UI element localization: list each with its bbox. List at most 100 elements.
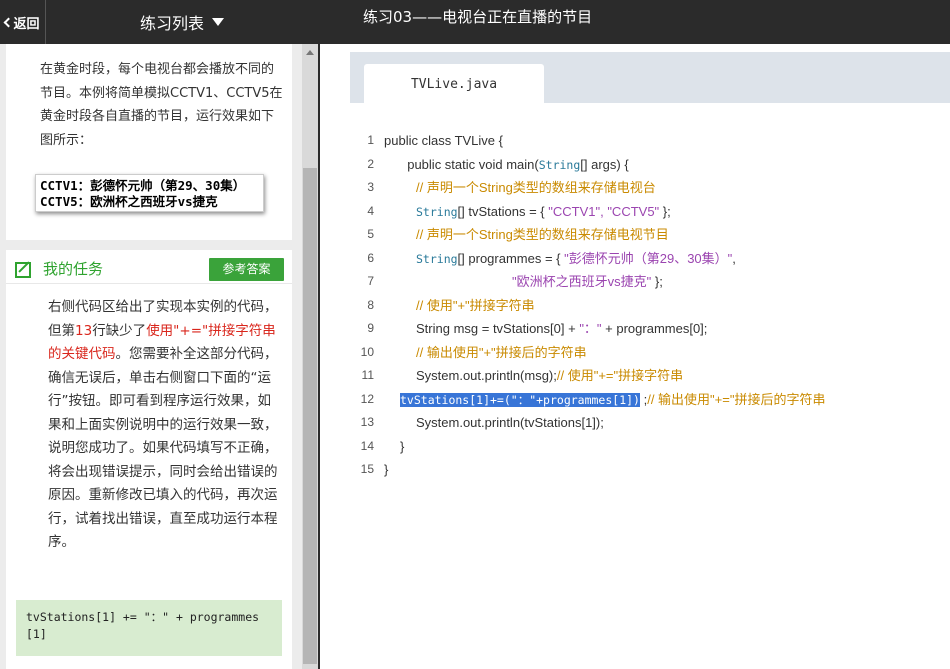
- task-description: 右侧代码区给出了实现本实例的代码，但第13行缺少了使用"+="拼接字符串的关键代…: [48, 296, 280, 555]
- output-preview: CCTV1：彭德怀元帅（第29、30集） CCTV5：欧洲杯之西班牙vs捷克: [35, 174, 264, 212]
- code-token-cm: // 声明一个String类型的数组来存储电视节目: [416, 227, 669, 242]
- code-token-b: };: [659, 203, 671, 219]
- code-content: public static void main(String[] args) {: [400, 153, 629, 178]
- code-token-kw: String: [416, 251, 458, 266]
- output-line: CCTV5：欧洲杯之西班牙vs捷克: [40, 194, 218, 209]
- line-number: 2: [367, 156, 374, 171]
- code-token-b: ,: [732, 250, 736, 266]
- code-token-st: "：": [579, 321, 602, 336]
- line-number: 6: [367, 250, 374, 265]
- back-button[interactable]: 返回: [0, 0, 46, 44]
- code-content: }: [400, 435, 404, 459]
- line-number: 10: [360, 344, 374, 359]
- code-token-a: [] programmes = {: [457, 250, 565, 266]
- code-content: // 使用"+"拼接字符串: [416, 294, 535, 318]
- code-token-a: [] tvStations = {: [457, 203, 549, 219]
- code-token-cm: // 输出使用"+"拼接后的字符串: [416, 344, 587, 360]
- code-token-st: "CCTV1", "CCTV5": [548, 203, 660, 219]
- page-title: 练习03——电视台正在直播的节目: [363, 8, 593, 26]
- line-number: 4: [367, 203, 374, 218]
- code-token-a: }: [400, 438, 405, 454]
- code-line[interactable]: 2 public static void main(String[] args)…: [336, 153, 950, 177]
- code-line[interactable]: 6 String[] programmes = { "彭德怀元帅（第29、30集）…: [336, 247, 950, 271]
- scroll-thumb[interactable]: [303, 168, 317, 664]
- intro-card: 在黄金时段，每个电视台都会播放不同的节目。本例将简单模拟CCTV1、CCTV5在…: [6, 44, 292, 240]
- chevron-left-icon: [4, 17, 14, 28]
- code-line[interactable]: 3 // 声明一个String类型的数组来存储电视台: [336, 176, 950, 200]
- code-content: public class TVLive {: [384, 129, 503, 153]
- task-title: 我的任务: [43, 260, 104, 278]
- tab-strip: TVLive.java: [350, 52, 950, 103]
- code-token-cm: // 声明一个String类型的数组来存储电视台: [416, 180, 656, 195]
- left-panel: 在黄金时段，每个电视台都会播放不同的节目。本例将简单模拟CCTV1、CCTV5在…: [0, 44, 302, 669]
- code-token-a: public class TVLive {: [384, 133, 503, 148]
- code-token-cm: // 使用"+="拼接字符串: [556, 368, 684, 383]
- code-content: String[] programmes = { "彭德怀元帅（第29、30集）"…: [416, 247, 736, 272]
- task-desc-part: 。您需要补全这部分代码，确信无误后，单击右侧窗口下面的“运行”按钮。即可看到程序…: [48, 346, 278, 550]
- answer-code-box: tvStations[1] += "：" + programmes[1]: [16, 600, 282, 656]
- line-number: 15: [360, 462, 374, 476]
- code-content: String[] tvStations = { "CCTV1", "CCTV5"…: [416, 200, 671, 225]
- code-content: // 声明一个String类型的数组来存储电视台: [416, 176, 656, 200]
- left-scrollbar[interactable]: [302, 44, 318, 669]
- panel-divider[interactable]: [318, 0, 320, 669]
- output-line: CCTV1：彭德怀元帅（第29、30集）: [40, 178, 246, 193]
- code-content: // 输出使用"+"拼接后的字符串: [416, 341, 587, 365]
- task-header: 我的任务 参考答案: [6, 250, 292, 284]
- code-token-st: "彭德怀元帅（第29、30集）": [564, 250, 733, 266]
- code-content: }: [384, 458, 388, 482]
- code-token-b: };: [651, 274, 663, 289]
- edit-icon: [15, 262, 31, 278]
- line-number: 12: [360, 391, 374, 406]
- code-line[interactable]: 5 // 声明一个String类型的数组来存储电视节目: [336, 223, 950, 247]
- code-token-a: public static void main(: [400, 156, 539, 172]
- code-token-kw: String: [416, 204, 458, 219]
- code-line[interactable]: 1 public class TVLive {: [336, 129, 950, 153]
- task-desc-line-number: 13: [75, 322, 93, 339]
- code-token-cm: // 使用"+"拼接字符串: [416, 297, 535, 313]
- code-line[interactable]: 13 System.out.println(tvStations[1]);: [336, 411, 950, 435]
- task-card: 我的任务 参考答案 右侧代码区给出了实现本实例的代码，但第13行缺少了使用"+=…: [6, 250, 292, 669]
- code-token-cm: // 输出使用"+="拼接后的字符串: [647, 391, 826, 407]
- code-token-a: }: [384, 462, 389, 477]
- line-number: 14: [360, 438, 374, 453]
- code-token-b: + programmes[0];: [601, 321, 708, 336]
- line-number: 13: [360, 415, 374, 429]
- code-line[interactable]: 11 System.out.println(msg);// 使用"+="拼接字符串: [336, 364, 950, 388]
- line-number: 8: [367, 297, 374, 312]
- code-content: System.out.println(msg);// 使用"+="拼接字符串: [416, 364, 683, 388]
- exercise-list-dropdown[interactable]: 练习列表: [46, 0, 318, 44]
- code-line[interactable]: 15}: [336, 458, 950, 482]
- code-content: System.out.println(tvStations[1]);: [416, 411, 604, 435]
- code-line[interactable]: 9 String msg = tvStations[0] + "：" + prog…: [336, 317, 950, 341]
- code-line[interactable]: 14}: [336, 435, 950, 459]
- code-token-st: "欧洲杯之西班牙vs捷克": [512, 274, 652, 289]
- line-number: 9: [367, 321, 374, 335]
- code-content: // 声明一个String类型的数组来存储电视节目: [416, 223, 669, 247]
- tab-tvlive-java[interactable]: TVLive.java: [364, 64, 544, 103]
- code-token-a: String msg = tvStations[0] +: [416, 321, 580, 336]
- code-token-b: [] args) {: [580, 156, 629, 172]
- caret-down-icon: [212, 18, 224, 26]
- exercise-list-label: 练习列表: [139, 14, 204, 33]
- code-line[interactable]: 10 // 输出使用"+"拼接后的字符串: [336, 341, 950, 365]
- line-number: 11: [361, 368, 374, 382]
- scroll-up-icon[interactable]: [306, 50, 314, 55]
- code-content: "欧洲杯之西班牙vs捷克" };: [512, 270, 663, 294]
- line-number: 7: [367, 274, 374, 288]
- code-line[interactable]: 7 "欧洲杯之西班牙vs捷克" };: [336, 270, 950, 294]
- back-label: 返回: [13, 16, 40, 32]
- code-line[interactable]: 8 // 使用"+"拼接字符串: [336, 294, 950, 318]
- line-number: 5: [367, 227, 374, 241]
- code-token-a: System.out.println(tvStations[1]);: [416, 415, 604, 430]
- top-bar: 返回 练习列表 练习03——电视台正在直播的节目: [0, 0, 950, 44]
- code-token-kw: String: [538, 157, 581, 172]
- code-line[interactable]: 4 String[] tvStations = { "CCTV1", "CCTV5…: [336, 200, 950, 224]
- reference-answer-button[interactable]: 参考答案: [209, 258, 284, 281]
- code-line[interactable]: 12 tvStations[1]+=("："+programmes[1]) ;//…: [336, 388, 950, 412]
- code-token-sel: tvStations[1]+=("："+programmes[1]): [400, 392, 640, 407]
- code-editor[interactable]: 1 public class TVLive { 2 public static vo…: [336, 129, 950, 482]
- line-number: 1: [367, 133, 374, 147]
- code-token-a: System.out.println(msg);: [416, 368, 557, 383]
- line-number: 3: [367, 180, 374, 194]
